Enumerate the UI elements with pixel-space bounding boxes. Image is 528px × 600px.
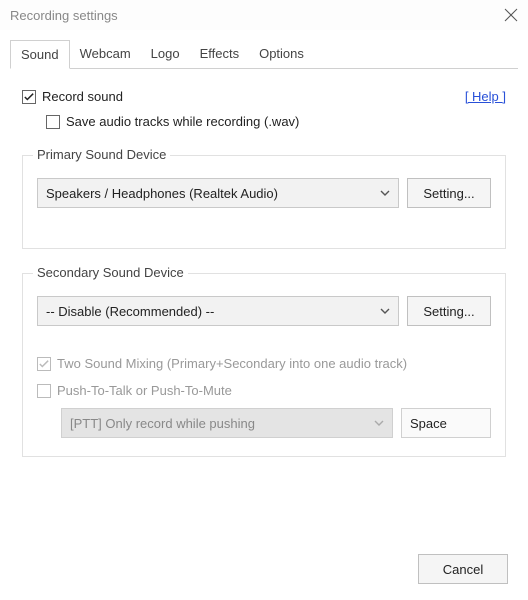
ptt-key-value: Space <box>410 416 447 431</box>
tab-effects[interactable]: Effects <box>190 40 250 68</box>
help-link[interactable]: [ Help ] <box>465 89 506 104</box>
secondary-device-group: Secondary Sound Device -- Disable (Recom… <box>22 273 506 457</box>
ptt-key-field: Space <box>401 408 491 438</box>
ptt-config-row: [PTT] Only record while pushing Space <box>61 408 491 438</box>
primary-device-value: Speakers / Headphones (Realtek Audio) <box>46 186 278 201</box>
ptt-row: Push-To-Talk or Push-To-Mute <box>37 383 491 398</box>
ptt-checkbox <box>37 384 51 398</box>
tab-webcam[interactable]: Webcam <box>70 40 141 68</box>
chevron-down-icon <box>374 418 384 428</box>
secondary-device-select[interactable]: -- Disable (Recommended) -- <box>37 296 399 326</box>
primary-setting-label: Setting... <box>423 186 474 201</box>
secondary-device-value: -- Disable (Recommended) -- <box>46 304 214 319</box>
primary-device-select[interactable]: Speakers / Headphones (Realtek Audio) <box>37 178 399 208</box>
cancel-button[interactable]: Cancel <box>418 554 508 584</box>
close-icon[interactable] <box>504 8 518 22</box>
record-sound-row: Record sound [ Help ] <box>22 89 506 104</box>
record-sound-checkbox[interactable] <box>22 90 36 104</box>
cancel-label: Cancel <box>443 562 483 577</box>
ptt-label: Push-To-Talk or Push-To-Mute <box>57 383 232 398</box>
two-mix-row: Two Sound Mixing (Primary+Secondary into… <box>37 356 491 371</box>
primary-legend: Primary Sound Device <box>33 147 170 162</box>
two-mix-checkbox <box>37 357 51 371</box>
primary-setting-button[interactable]: Setting... <box>407 178 491 208</box>
tab-body-sound: Record sound [ Help ] Save audio tracks … <box>10 69 518 457</box>
secondary-setting-button[interactable]: Setting... <box>407 296 491 326</box>
content: Sound Webcam Logo Effects Options Record… <box>0 30 528 457</box>
titlebar: Recording settings <box>0 0 528 30</box>
ptt-mode-value: [PTT] Only record while pushing <box>70 416 255 431</box>
secondary-legend: Secondary Sound Device <box>33 265 188 280</box>
tab-logo[interactable]: Logo <box>141 40 190 68</box>
chevron-down-icon <box>380 188 390 198</box>
primary-device-group: Primary Sound Device Speakers / Headphon… <box>22 155 506 249</box>
window-title: Recording settings <box>10 8 504 23</box>
secondary-setting-label: Setting... <box>423 304 474 319</box>
save-tracks-row: Save audio tracks while recording (.wav) <box>46 114 506 129</box>
record-sound-label: Record sound <box>42 89 123 104</box>
tab-strip: Sound Webcam Logo Effects Options <box>10 40 518 69</box>
chevron-down-icon <box>380 306 390 316</box>
ptt-mode-select: [PTT] Only record while pushing <box>61 408 393 438</box>
save-tracks-label: Save audio tracks while recording (.wav) <box>66 114 299 129</box>
two-mix-label: Two Sound Mixing (Primary+Secondary into… <box>57 356 407 371</box>
tab-options[interactable]: Options <box>249 40 314 68</box>
save-tracks-checkbox[interactable] <box>46 115 60 129</box>
tab-sound[interactable]: Sound <box>10 40 70 69</box>
